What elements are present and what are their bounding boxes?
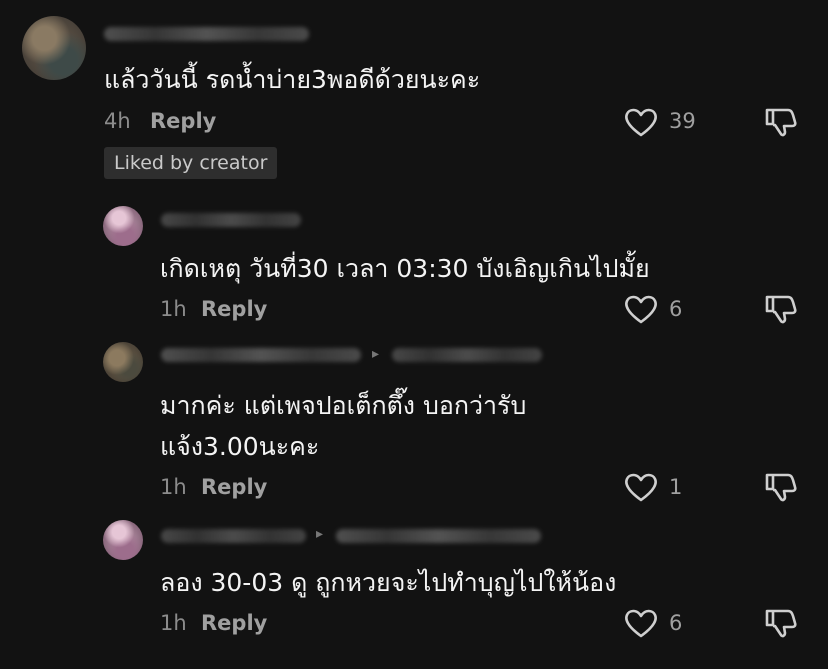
comment-text: มากค่ะ แต่เพจปอเต็กตึ๊ง บอกว่ารับ <box>160 391 527 420</box>
reply-button[interactable]: Reply <box>201 297 267 321</box>
heart-outline-icon[interactable] <box>623 293 659 325</box>
like-count: 1 <box>669 475 683 499</box>
avatar[interactable] <box>22 16 86 80</box>
reply-arrow-icon: ▸ <box>372 346 380 362</box>
comment-text: ลอง 30-03 ดู ถูกหวยจะไปทำบุญไปให้น้อง <box>160 568 617 597</box>
comment-timestamp: 4h <box>104 109 131 133</box>
thumbs-down-icon[interactable] <box>763 605 799 641</box>
like-count: 6 <box>669 611 683 635</box>
avatar[interactable] <box>103 206 143 246</box>
blurred-username[interactable] <box>392 348 542 362</box>
like-count: 39 <box>669 109 696 133</box>
blurred-username[interactable] <box>336 529 541 543</box>
comment-timestamp: 1h <box>160 611 187 635</box>
thumbs-down-icon[interactable] <box>763 469 799 505</box>
blurred-username[interactable] <box>161 529 306 543</box>
blurred-username[interactable] <box>161 348 361 362</box>
reply-button[interactable]: Reply <box>201 611 267 635</box>
reply-button[interactable]: Reply <box>150 109 216 133</box>
blurred-username[interactable] <box>104 27 309 41</box>
blurred-username[interactable] <box>161 213 301 227</box>
liked-by-creator-badge: Liked by creator <box>104 147 278 179</box>
comment-text: แจ้ง3.00นะคะ <box>160 432 320 461</box>
avatar[interactable] <box>103 342 143 382</box>
avatar[interactable] <box>103 520 143 560</box>
like-count: 6 <box>669 297 683 321</box>
comment-text: แล้ววันนี้ รดน้ำบ่าย3พอดีด้วยนะคะ <box>104 65 481 94</box>
comment-timestamp: 1h <box>160 475 187 499</box>
heart-outline-icon[interactable] <box>623 471 659 503</box>
reply-arrow-icon: ▸ <box>316 526 324 542</box>
thumbs-down-icon[interactable] <box>763 104 799 140</box>
thumbs-down-icon[interactable] <box>763 291 799 327</box>
heart-outline-icon[interactable] <box>623 607 659 639</box>
heart-outline-icon[interactable] <box>623 106 659 138</box>
reply-button[interactable]: Reply <box>201 475 267 499</box>
comment-timestamp: 1h <box>160 297 187 321</box>
comment-text: เกิดเหตุ วันที่30 เวลา 03:30 บังเอิญเกิน… <box>160 254 650 283</box>
